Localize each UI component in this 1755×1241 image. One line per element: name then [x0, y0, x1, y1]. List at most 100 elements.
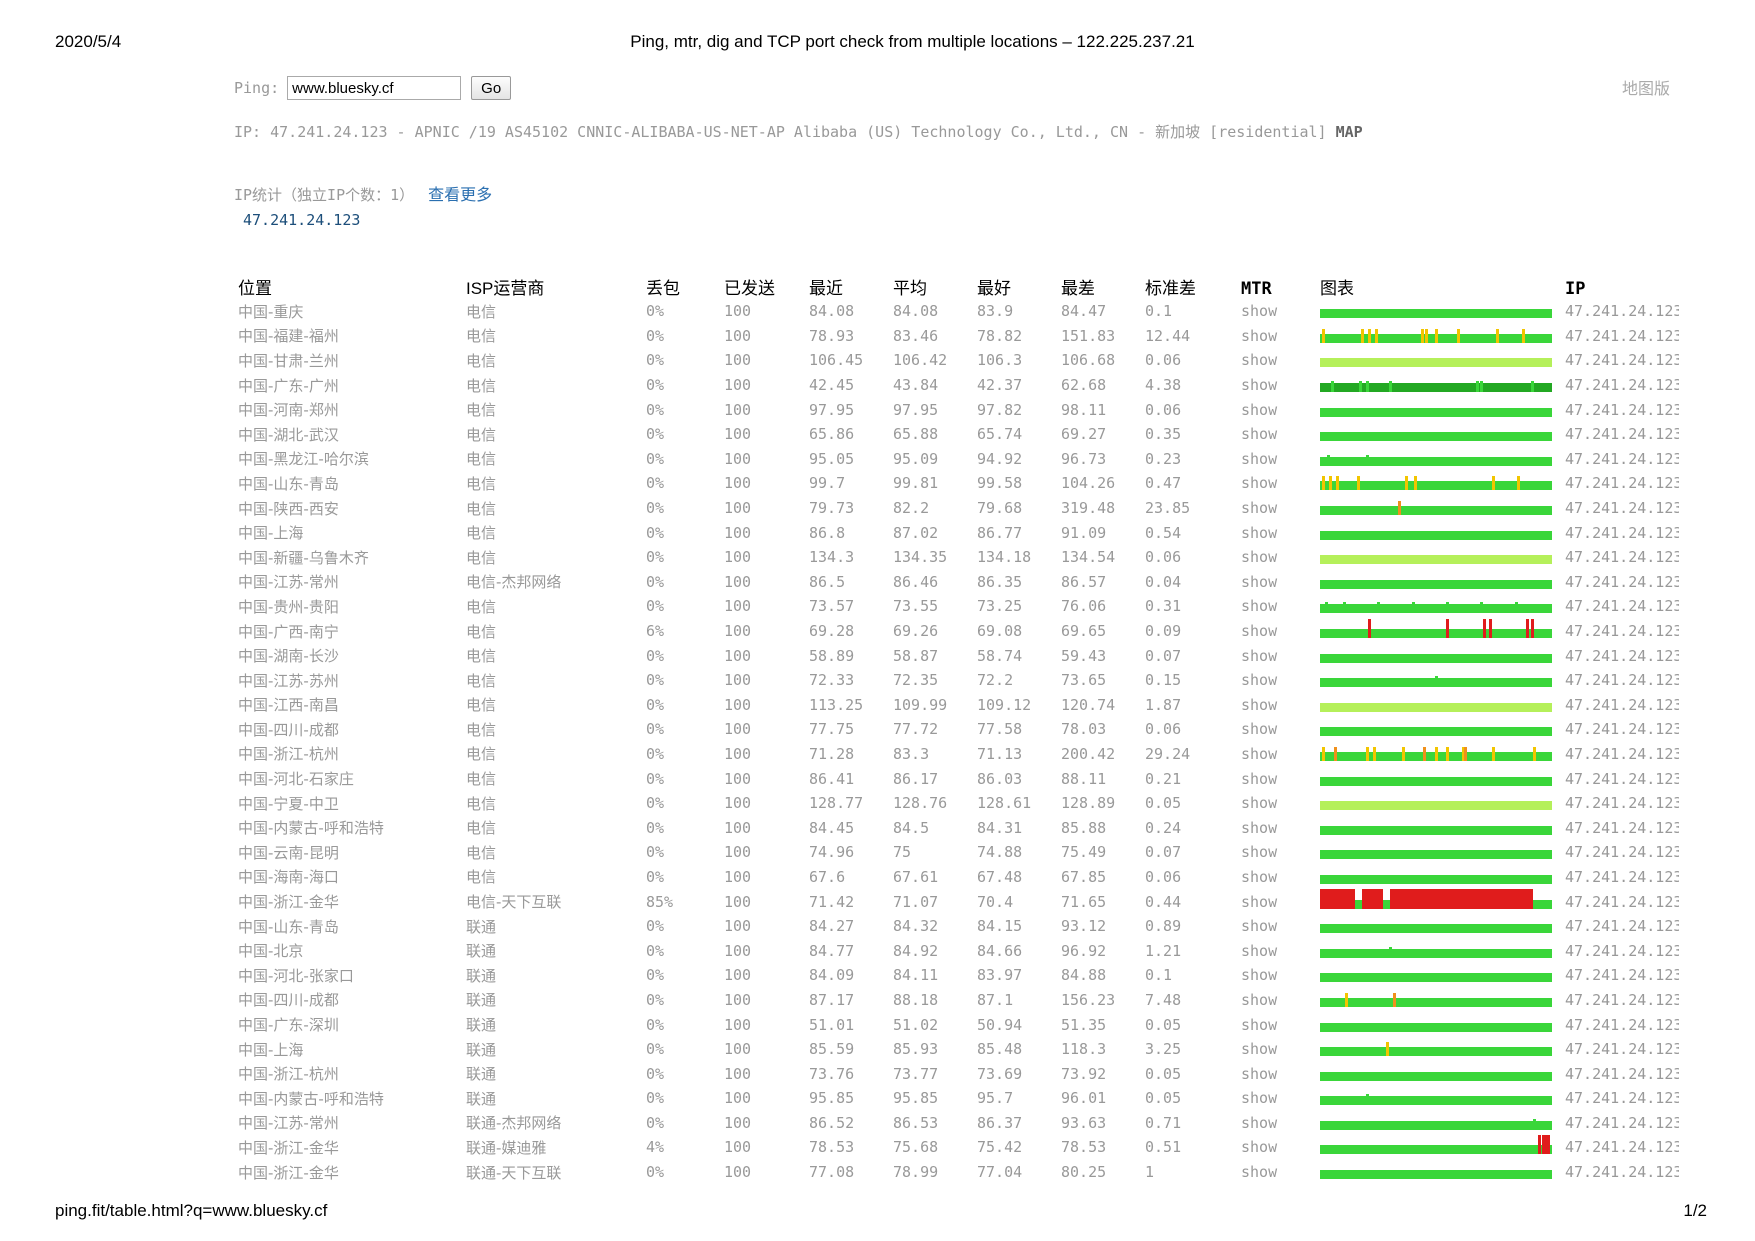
mtr-show-link[interactable]: show: [1237, 299, 1316, 324]
mtr-show-link[interactable]: show: [1237, 397, 1316, 422]
stdev-cell: 0.06: [1145, 351, 1182, 370]
col-ip: IP: [1565, 279, 1586, 299]
mtr-show-link[interactable]: show: [1237, 594, 1316, 619]
mtr-show-link[interactable]: show: [1237, 889, 1316, 914]
best-cell: 77.58: [977, 720, 1023, 739]
map-version-link[interactable]: 地图版: [1622, 75, 1670, 99]
latency-spike-mark: [1322, 328, 1326, 343]
latency-bar-base: [1320, 727, 1552, 737]
mtr-show-link[interactable]: show: [1237, 1086, 1316, 1111]
mtr-show-link[interactable]: show: [1237, 520, 1316, 545]
best-cell: 85.48: [977, 1040, 1023, 1059]
stdev-cell: 0.47: [1145, 474, 1182, 493]
loss-cell: 0%: [646, 474, 665, 493]
isp-cell: 联通: [466, 1065, 497, 1084]
ping-input[interactable]: [287, 76, 462, 100]
isp-cell: 联通: [466, 991, 497, 1010]
mtr-show-link[interactable]: show: [1237, 422, 1316, 447]
avg-cell: 75.68: [893, 1138, 939, 1157]
mtr-show-link[interactable]: show: [1237, 1135, 1316, 1160]
mtr-show-link[interactable]: show: [1237, 988, 1316, 1013]
latency-spike-mark: [1516, 476, 1520, 491]
col-sent: 已发送: [724, 279, 775, 298]
avg-cell: 51.02: [893, 1015, 939, 1034]
mtr-show-link[interactable]: show: [1237, 1037, 1316, 1062]
avg-cell: 72.35: [893, 671, 939, 690]
avg-cell: 84.11: [893, 966, 939, 985]
mtr-show-link[interactable]: show: [1237, 324, 1316, 349]
mtr-show-link[interactable]: show: [1237, 938, 1316, 963]
mtr-show-link[interactable]: show: [1237, 1160, 1316, 1185]
mtr-show-link[interactable]: show: [1237, 717, 1316, 742]
map-link[interactable]: MAP: [1336, 123, 1363, 141]
ip-cell: 47.241.24.123: [1565, 818, 1679, 837]
mtr-show-link[interactable]: show: [1237, 914, 1316, 939]
last-cell: 84.27: [809, 917, 855, 936]
mtr-show-link[interactable]: show: [1237, 668, 1316, 693]
location-cell: 中国-山东-青岛: [238, 474, 339, 493]
latency-chart-cell: [1316, 324, 1561, 349]
avg-cell: 84.32: [893, 917, 939, 936]
loss-cell: 0%: [646, 572, 665, 591]
latency-bar: [1320, 374, 1552, 396]
sent-cell: 100: [724, 941, 752, 960]
latency-spike-mark: [1445, 602, 1449, 614]
ip-cell: 47.241.24.123: [1565, 622, 1679, 641]
ip-cell: 47.241.24.123: [1565, 474, 1679, 493]
mtr-show-link[interactable]: show: [1237, 373, 1316, 398]
latency-spike-mark: [1420, 328, 1424, 343]
mtr-show-link[interactable]: show: [1237, 570, 1316, 595]
mtr-show-link[interactable]: show: [1237, 766, 1316, 791]
unique-ip[interactable]: 47.241.24.123: [243, 211, 360, 229]
packet-loss-mark: [1445, 618, 1449, 639]
best-cell: 50.94: [977, 1015, 1023, 1034]
mtr-show-link[interactable]: show: [1237, 471, 1316, 496]
mtr-show-link[interactable]: show: [1237, 496, 1316, 521]
mtr-show-link[interactable]: show: [1237, 1012, 1316, 1037]
mtr-show-link[interactable]: show: [1237, 447, 1316, 472]
mtr-show-link[interactable]: show: [1237, 545, 1316, 570]
latency-spike-mark: [1425, 328, 1429, 343]
view-more-link[interactable]: 查看更多: [428, 181, 492, 205]
loss-cell: 0%: [646, 867, 665, 886]
ping-form: Ping: Go: [234, 76, 512, 100]
mtr-show-link[interactable]: show: [1237, 865, 1316, 890]
worst-cell: 118.3: [1061, 1040, 1107, 1059]
last-cell: 78.53: [809, 1138, 855, 1157]
mtr-show-link[interactable]: show: [1237, 348, 1316, 373]
location-cell: 中国-贵州-贵阳: [238, 597, 339, 616]
latency-bar-base: [1320, 1071, 1552, 1081]
table-row: 中国-江苏-常州 电信-杰邦网络 0% 100 86.5 86.46 86.35 86.57 0…: [234, 570, 1679, 595]
mtr-show-link[interactable]: show: [1237, 619, 1316, 644]
table-row: 中国-四川-成都 电信 0% 100 77.75 77.72 77.58 78.03 0.06 s…: [234, 717, 1679, 742]
mtr-show-link[interactable]: show: [1237, 643, 1316, 668]
stdev-cell: 0.1: [1145, 966, 1173, 985]
mtr-show-link[interactable]: show: [1237, 693, 1316, 718]
mtr-show-link[interactable]: show: [1237, 815, 1316, 840]
go-button[interactable]: Go: [471, 76, 512, 100]
location-cell: 中国-北京: [238, 942, 304, 961]
mtr-show-link[interactable]: show: [1237, 791, 1316, 816]
mtr-show-link[interactable]: show: [1237, 963, 1316, 988]
col-stdev: 标准差: [1145, 279, 1196, 298]
sent-cell: 100: [724, 769, 752, 788]
mtr-show-link[interactable]: show: [1237, 1111, 1316, 1136]
latency-bar: [1320, 472, 1552, 494]
mtr-show-link[interactable]: show: [1237, 1061, 1316, 1086]
isp-cell: 电信: [466, 868, 497, 887]
latency-spike-mark: [1365, 381, 1369, 393]
latency-bar: [1320, 1014, 1552, 1036]
packet-loss-block: [1320, 889, 1355, 909]
stdev-cell: 0.1: [1145, 302, 1173, 321]
sent-cell: 100: [724, 1015, 752, 1034]
latency-chart-cell: [1316, 815, 1561, 840]
latency-spike-mark: [1365, 454, 1369, 466]
results-table: 位置 ISP运营商 丢包 已发送 最近 平均 最好 最差 标准差 MTR 图表 …: [234, 274, 1679, 1184]
ip-cell: 47.241.24.123: [1565, 695, 1679, 714]
mtr-show-link[interactable]: show: [1237, 742, 1316, 767]
avg-cell: 86.17: [893, 769, 939, 788]
print-title: Ping, mtr, dig and TCP port check from m…: [630, 32, 1195, 51]
worst-cell: 93.12: [1061, 917, 1107, 936]
mtr-show-link[interactable]: show: [1237, 840, 1316, 865]
table-row: 中国-河北-张家口 联通 0% 100 84.09 84.11 83.97 84.88 0.1 s…: [234, 963, 1679, 988]
